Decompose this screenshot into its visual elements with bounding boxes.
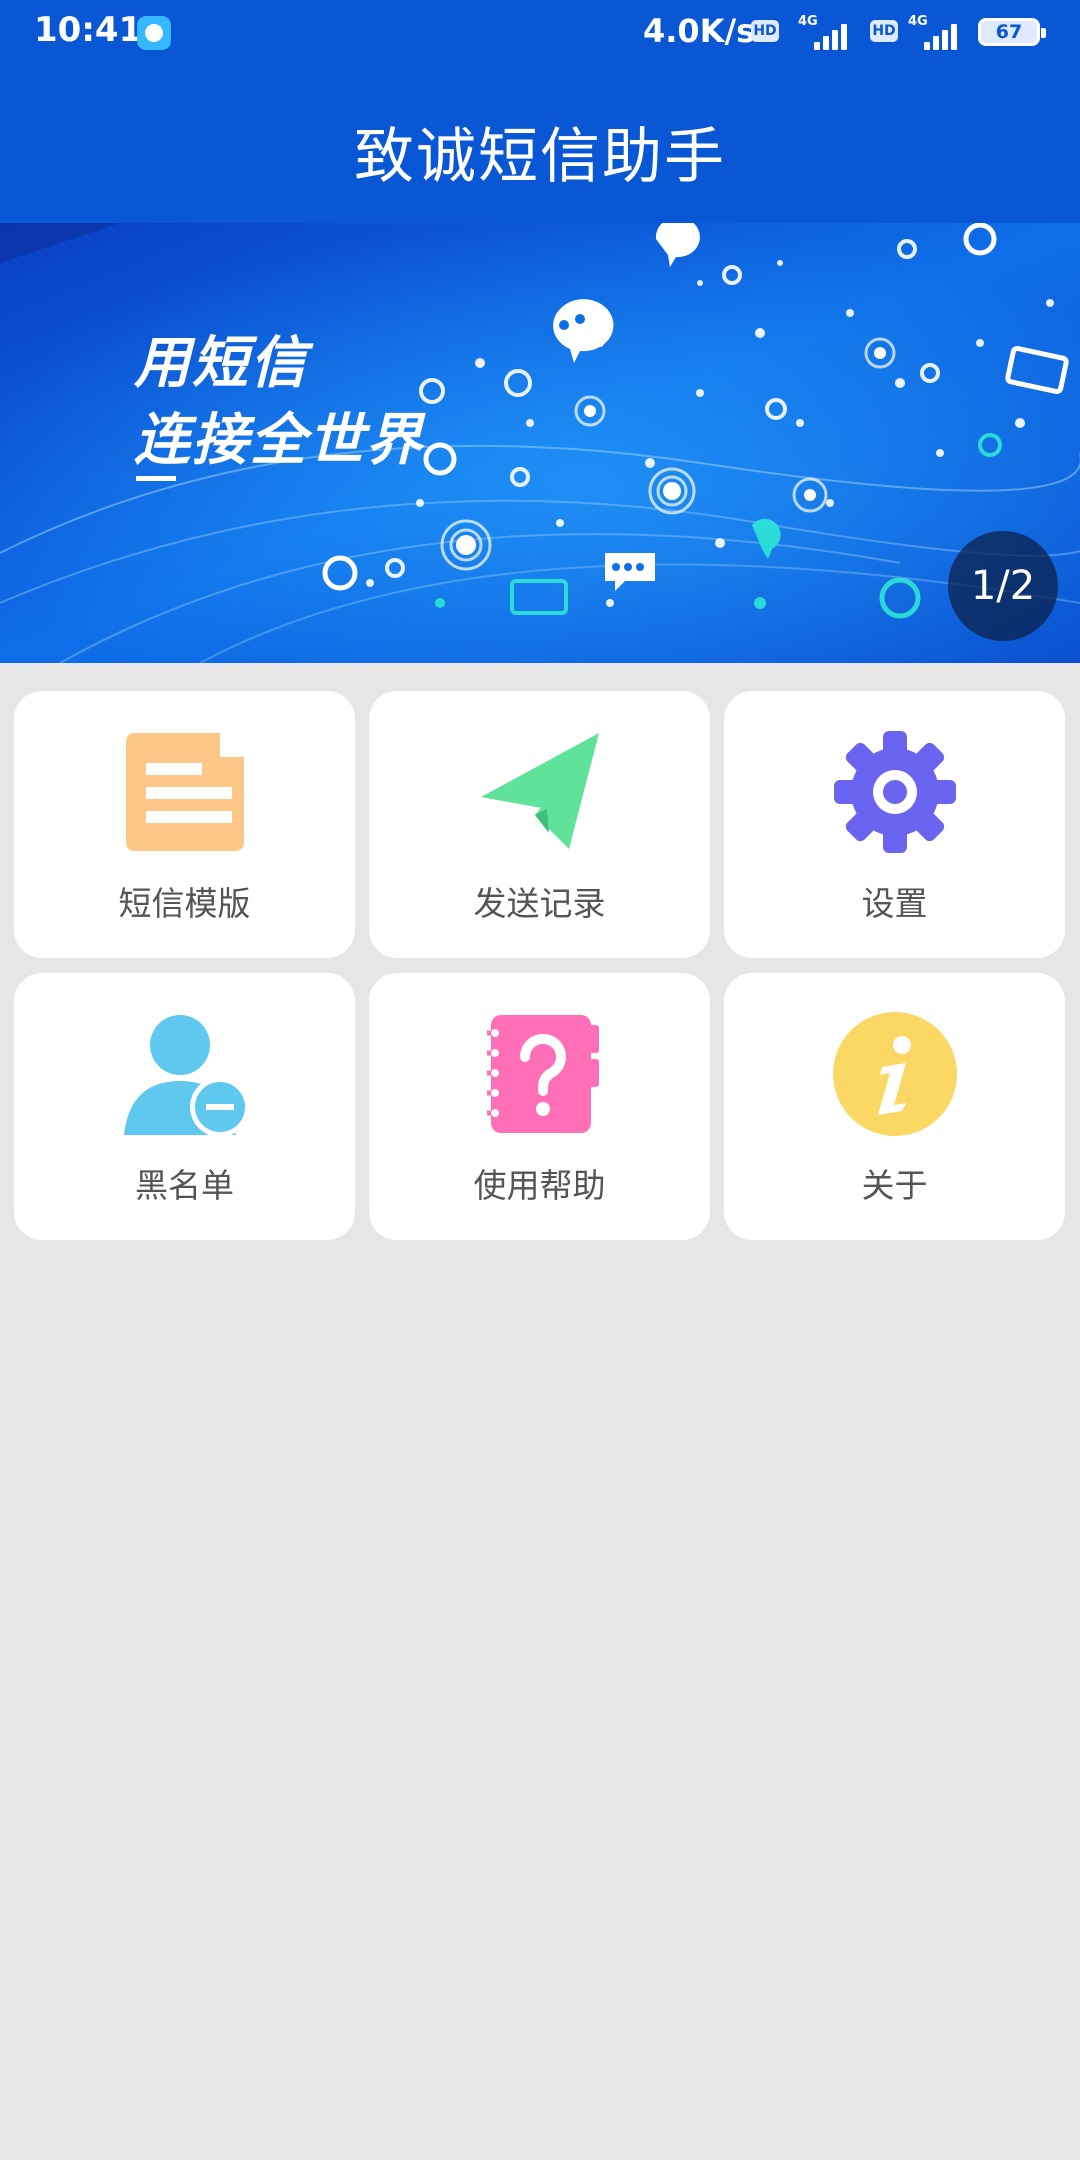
- menu-label: 设置: [861, 884, 928, 923]
- status-time: 10:41: [34, 10, 143, 50]
- hd-badge-1: HD: [751, 20, 779, 42]
- menu-label: 发送记录: [473, 884, 606, 923]
- status-bar: 10:41 4.0K/s HD 4G HD 4G 67: [0, 0, 1080, 68]
- signal-icon-1: 4G: [794, 14, 852, 50]
- banner-headline-1: 用短信: [134, 331, 308, 396]
- battery-icon: 67: [978, 18, 1046, 46]
- menu-sms-templates[interactable]: 短信模版: [14, 691, 355, 958]
- menu-label: 关于: [861, 1166, 928, 1205]
- menu-settings[interactable]: 设置: [724, 691, 1065, 958]
- paper-plane-icon: [481, 733, 599, 849]
- hd-badge-2: HD: [870, 20, 898, 42]
- banner-carousel[interactable]: 用短信 连接全世界 1/2: [0, 223, 1080, 663]
- help-notebook-icon: [487, 1015, 599, 1133]
- signal-icon-2: 4G: [904, 14, 962, 50]
- carousel-page-indicator: 1/2: [948, 531, 1058, 641]
- document-icon: [126, 733, 244, 851]
- network-speed: 4.0K/s: [643, 12, 756, 50]
- menu-blacklist[interactable]: 黑名单: [14, 973, 355, 1240]
- user-remove-icon: [124, 1015, 248, 1137]
- app-notification-icon: [137, 16, 171, 50]
- banner-headline-2: 连接全世界: [134, 408, 424, 473]
- menu-label: 黑名单: [135, 1166, 234, 1205]
- menu-label: 短信模版: [118, 884, 251, 923]
- menu-label: 使用帮助: [473, 1166, 606, 1205]
- menu-send-records[interactable]: 发送记录: [369, 691, 710, 958]
- gear-icon: [834, 731, 956, 853]
- menu-help[interactable]: 使用帮助: [369, 973, 710, 1240]
- banner-divider: [136, 476, 176, 481]
- info-icon: [833, 1012, 957, 1136]
- menu-about[interactable]: 关于: [724, 973, 1065, 1240]
- page-title: 致诚短信助手: [354, 122, 726, 192]
- app-header: 致诚短信助手: [0, 68, 1080, 223]
